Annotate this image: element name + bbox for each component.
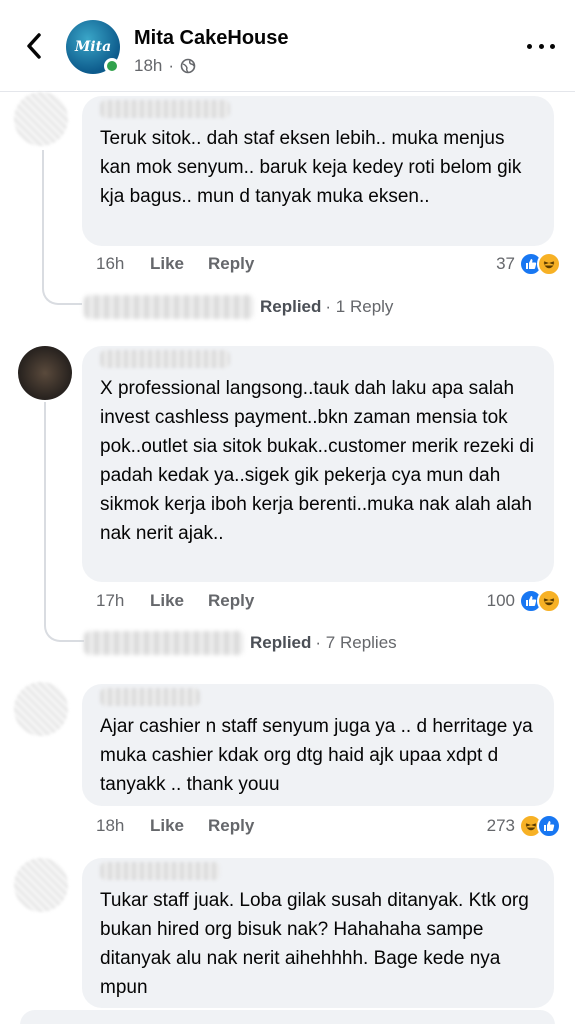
comment-author[interactable] bbox=[100, 100, 536, 124]
comment-text: Tukar staff juak. Loba gilak susah ditan… bbox=[100, 890, 535, 998]
reply-avatars bbox=[84, 631, 244, 655]
thread-connector bbox=[42, 283, 82, 305]
reaction-summary[interactable]: 273 bbox=[487, 813, 561, 839]
reaction-count: 100 bbox=[486, 591, 515, 610]
replied-label: Replied bbox=[260, 297, 322, 316]
page-name[interactable]: Mita CakeHouse bbox=[134, 27, 289, 50]
more-dot-icon bbox=[527, 43, 532, 49]
like-button[interactable]: Like bbox=[150, 591, 208, 611]
view-replies-link[interactable]: Replied · 7 Replies bbox=[84, 630, 397, 656]
haha-icon bbox=[537, 252, 561, 276]
reaction-count: 37 bbox=[496, 254, 515, 273]
comment-bubble: X professional langsong..tauk dah laku a… bbox=[82, 346, 554, 582]
view-replies-link[interactable]: Replied · 1 Reply bbox=[84, 294, 393, 320]
comment-text: Teruk sitok.. dah staf eksen lebih.. muk… bbox=[100, 128, 527, 207]
reaction-count: 273 bbox=[486, 816, 515, 835]
comment-text: Ajar cashier n staff senyum juga ya .. d… bbox=[100, 716, 538, 795]
commenter-avatar[interactable] bbox=[14, 682, 68, 736]
comment-time: 17h bbox=[96, 591, 125, 610]
haha-icon bbox=[537, 589, 561, 613]
thread-connector bbox=[44, 620, 84, 642]
reply-button[interactable]: Reply bbox=[208, 816, 254, 836]
comment-actions: 16h Like Reply bbox=[96, 252, 254, 276]
comment-actions: 18h Like Reply bbox=[96, 814, 254, 838]
post-meta: 18h · bbox=[134, 56, 196, 76]
reply-count: · 7 Replies bbox=[315, 633, 397, 652]
page-logo: Mita bbox=[74, 39, 112, 55]
replied-label: Replied bbox=[250, 633, 312, 652]
reply-avatars bbox=[84, 295, 254, 319]
comment-bubble: Ajar cashier n staff senyum juga ya .. d… bbox=[82, 684, 554, 806]
like-icon bbox=[537, 814, 561, 838]
reply-button[interactable]: Reply bbox=[208, 591, 254, 611]
commenter-avatar[interactable] bbox=[14, 92, 68, 146]
commenter-avatar[interactable] bbox=[14, 858, 68, 912]
comment-actions: 17h Like Reply bbox=[96, 589, 254, 613]
comment-author[interactable] bbox=[100, 688, 536, 712]
comment-bubble: Tukar staff juak. Loba gilak susah ditan… bbox=[82, 858, 554, 1008]
thread-line bbox=[44, 402, 46, 622]
reply-button[interactable]: Reply bbox=[208, 254, 254, 274]
reaction-summary[interactable]: 37 bbox=[496, 251, 561, 277]
like-button[interactable]: Like bbox=[150, 816, 208, 836]
comment-input-bar[interactable] bbox=[20, 1010, 555, 1024]
comment-text: X professional langsong..tauk dah laku a… bbox=[100, 378, 540, 544]
comment-time: 16h bbox=[96, 254, 125, 273]
comment-author[interactable] bbox=[100, 862, 536, 886]
like-button[interactable]: Like bbox=[150, 254, 208, 274]
post-header: Mita Mita CakeHouse 18h · bbox=[0, 0, 575, 92]
online-status-dot bbox=[104, 58, 120, 74]
post-time: 18h bbox=[134, 56, 163, 75]
back-button[interactable] bbox=[18, 28, 50, 64]
more-options-button[interactable] bbox=[527, 36, 555, 56]
commenter-avatar[interactable] bbox=[18, 346, 72, 400]
globe-icon bbox=[180, 58, 196, 74]
comment-author[interactable] bbox=[100, 350, 536, 374]
reply-count: · 1 Reply bbox=[325, 297, 394, 316]
reaction-summary[interactable]: 100 bbox=[487, 588, 561, 614]
chevron-left-icon bbox=[27, 33, 41, 59]
thread-line bbox=[42, 150, 44, 285]
comment-bubble: Teruk sitok.. dah staf eksen lebih.. muk… bbox=[82, 96, 554, 246]
comment-time: 18h bbox=[96, 816, 125, 835]
